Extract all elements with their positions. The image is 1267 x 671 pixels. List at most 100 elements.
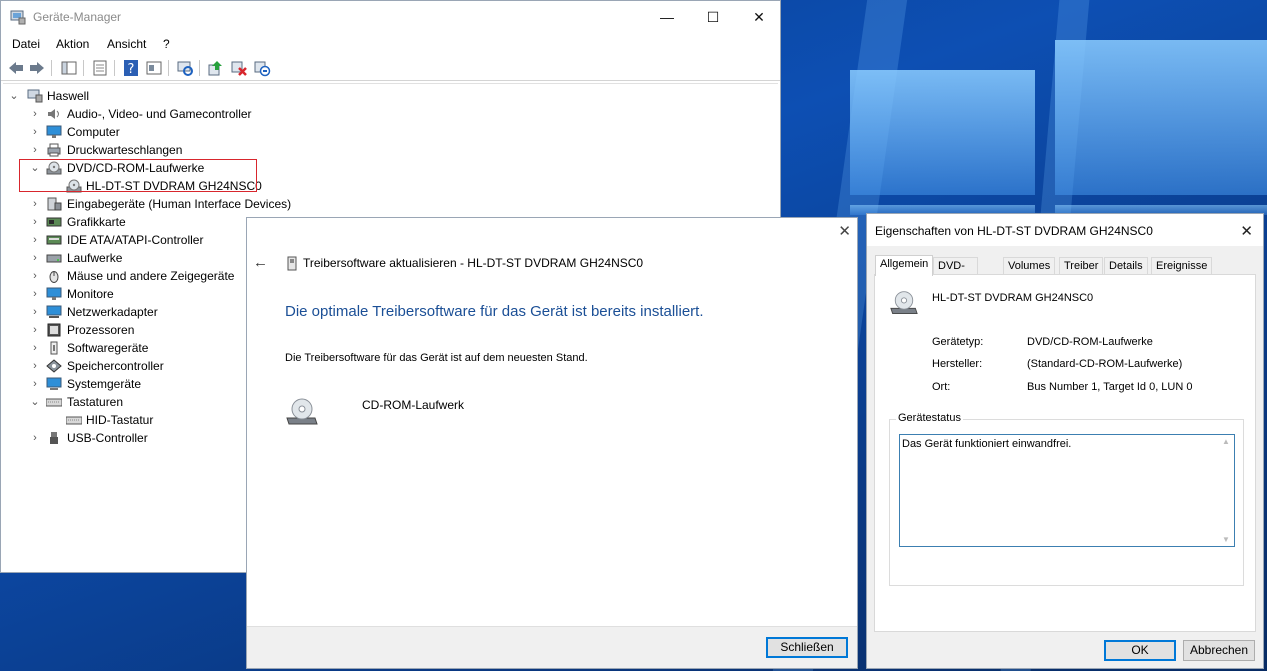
device-properties-dialog: Eigenschaften von HL-DT-ST DVDRAM GH24NS… (866, 213, 1264, 669)
device-status-group: Gerätestatus Das Gerät funktioniert einw… (889, 412, 1244, 586)
field-label: Ort: (932, 381, 951, 393)
chevron-right-icon[interactable]: › (30, 375, 40, 393)
back-arrow-icon[interactable] (7, 59, 25, 77)
chevron-right-icon[interactable]: › (30, 321, 40, 339)
highlight-annotation (19, 159, 257, 192)
software-device-icon (50, 341, 58, 355)
scroll-up-icon[interactable]: ▲ (1218, 437, 1234, 446)
tree-category-label: Systemgeräte (67, 377, 142, 391)
group-title: Gerätestatus (896, 412, 963, 424)
device-manager-titlebar[interactable]: Geräte-Manager — ☐ ✕ (1, 1, 780, 33)
forward-arrow-icon[interactable] (28, 59, 46, 77)
monitor-icon (46, 125, 62, 138)
chevron-right-icon[interactable]: › (30, 303, 40, 321)
disc-drive-icon (286, 398, 318, 425)
chevron-right-icon[interactable]: › (30, 231, 40, 249)
close-icon[interactable]: ✕ (1240, 222, 1253, 240)
status-text: Das Gerät funktioniert einwandfrei. (902, 438, 1072, 450)
tab-details[interactable]: Details (1104, 257, 1148, 275)
tab-allgemein[interactable]: Allgemein (875, 255, 934, 276)
maximize-button[interactable]: ☐ (690, 1, 736, 33)
close-button[interactable]: ✕ (736, 1, 782, 33)
properties-titlebar[interactable]: Eigenschaften von HL-DT-ST DVDRAM GH24NS… (867, 214, 1263, 246)
field-value: DVD/CD-ROM-Laufwerke (1027, 336, 1153, 348)
tree-category-label: Druckwarteschlangen (67, 143, 183, 157)
chevron-right-icon[interactable]: › (30, 123, 40, 141)
chevron-right-icon[interactable]: › (30, 141, 40, 159)
show-hide-tree-icon[interactable] (60, 59, 78, 77)
computer-icon (27, 89, 43, 103)
field-label: Hersteller: (932, 358, 983, 370)
tab-ereignisse[interactable]: Ereignisse (1151, 257, 1213, 275)
toolbar: ? (1, 56, 780, 81)
windows-logo-pane (850, 70, 1035, 195)
monitor-icon (46, 287, 62, 300)
svg-text:?: ? (128, 62, 135, 77)
back-arrow-icon[interactable]: ← (253, 254, 268, 271)
help-icon[interactable]: ? (122, 59, 140, 77)
chevron-right-icon[interactable]: › (30, 105, 40, 123)
dialog-message: Die Treibersoftware für das Gerät ist au… (285, 352, 588, 364)
uninstall-device-icon[interactable] (230, 59, 248, 77)
tree-root-label: Haswell (47, 89, 90, 103)
tree-category-label: IDE ATA/ATAPI-Controller (67, 233, 204, 247)
update-driver-icon[interactable] (207, 59, 225, 77)
device-icon (287, 256, 297, 271)
close-icon[interactable]: ✕ (838, 222, 851, 240)
scroll-down-icon[interactable]: ▼ (1218, 535, 1234, 544)
minimize-button[interactable]: — (644, 1, 690, 33)
disable-device-icon[interactable] (253, 59, 271, 77)
disc-drive-icon (890, 291, 918, 314)
tree-category-label: Tastaturen (67, 395, 124, 409)
tree-category-label: Prozessoren (67, 323, 135, 337)
scan-hardware-icon[interactable] (176, 59, 194, 77)
menu-help[interactable]: ? (163, 37, 170, 51)
chevron-down-icon[interactable]: ⌄ (30, 393, 40, 411)
dialog-heading: Die optimale Treibersoftware für das Ger… (285, 303, 704, 320)
menu-datei[interactable]: Datei (12, 37, 40, 51)
device-status-textbox[interactable]: Das Gerät funktioniert einwandfrei. ▲ ▼ (899, 434, 1235, 547)
chevron-right-icon[interactable]: › (30, 195, 40, 213)
keyboard-icon (46, 398, 62, 407)
field-value: (Standard-CD-ROM-Laufwerke) (1027, 358, 1183, 370)
tree-category-label: Computer (67, 125, 120, 139)
chevron-right-icon[interactable]: › (30, 339, 40, 357)
menu-aktion[interactable]: Aktion (56, 37, 89, 51)
keyboard-icon (66, 416, 82, 425)
chevron-right-icon[interactable]: › (30, 267, 40, 285)
device-manager-app-icon (10, 10, 26, 25)
close-dialog-button[interactable]: Schließen (766, 637, 848, 658)
chevron-right-icon[interactable]: › (30, 213, 40, 231)
status-scrollbar[interactable]: ▲ ▼ (1218, 435, 1234, 546)
tree-category-label: Monitore (67, 287, 114, 301)
view-icon[interactable] (145, 59, 163, 77)
chevron-right-icon[interactable]: › (30, 429, 40, 447)
chevron-right-icon[interactable]: › (30, 285, 40, 303)
device-name: CD-ROM-Laufwerk (362, 398, 465, 412)
chevron-right-icon[interactable]: › (30, 357, 40, 375)
storage-controller-icon (46, 359, 62, 373)
tree-category-label: Laufwerke (67, 251, 123, 265)
tree-category-label: Softwaregeräte (67, 341, 149, 355)
graphics-card-icon (46, 217, 62, 227)
hid-icon (47, 197, 62, 211)
processor-icon (47, 323, 61, 337)
tab-treiber[interactable]: Treiber (1059, 257, 1104, 275)
properties-icon[interactable] (91, 59, 109, 77)
device-name: HL-DT-ST DVDRAM GH24NSC0 (932, 292, 1094, 304)
dialog-footer: Schließen (247, 626, 857, 668)
speaker-icon (48, 109, 59, 119)
tree-category-label: Speichercontroller (67, 359, 164, 373)
drive-icon (46, 254, 62, 263)
chevron-right-icon[interactable]: › (30, 249, 40, 267)
cancel-button[interactable]: Abbrechen (1183, 640, 1255, 661)
tree-root[interactable]: ⌄ Haswell (3, 87, 773, 105)
menu-ansicht[interactable]: Ansicht (107, 37, 146, 51)
ok-button[interactable]: OK (1104, 640, 1176, 661)
tab-volumes[interactable]: Volumes (1003, 257, 1056, 275)
tab-dvd-region[interactable]: DVD-Region (933, 257, 978, 289)
chevron-down-icon[interactable]: ⌄ (9, 87, 19, 105)
menu-bar: Datei Aktion Ansicht ? (1, 34, 780, 54)
field-label: Gerätetyp: (932, 336, 984, 348)
field-value: Bus Number 1, Target Id 0, LUN 0 (1027, 381, 1193, 393)
